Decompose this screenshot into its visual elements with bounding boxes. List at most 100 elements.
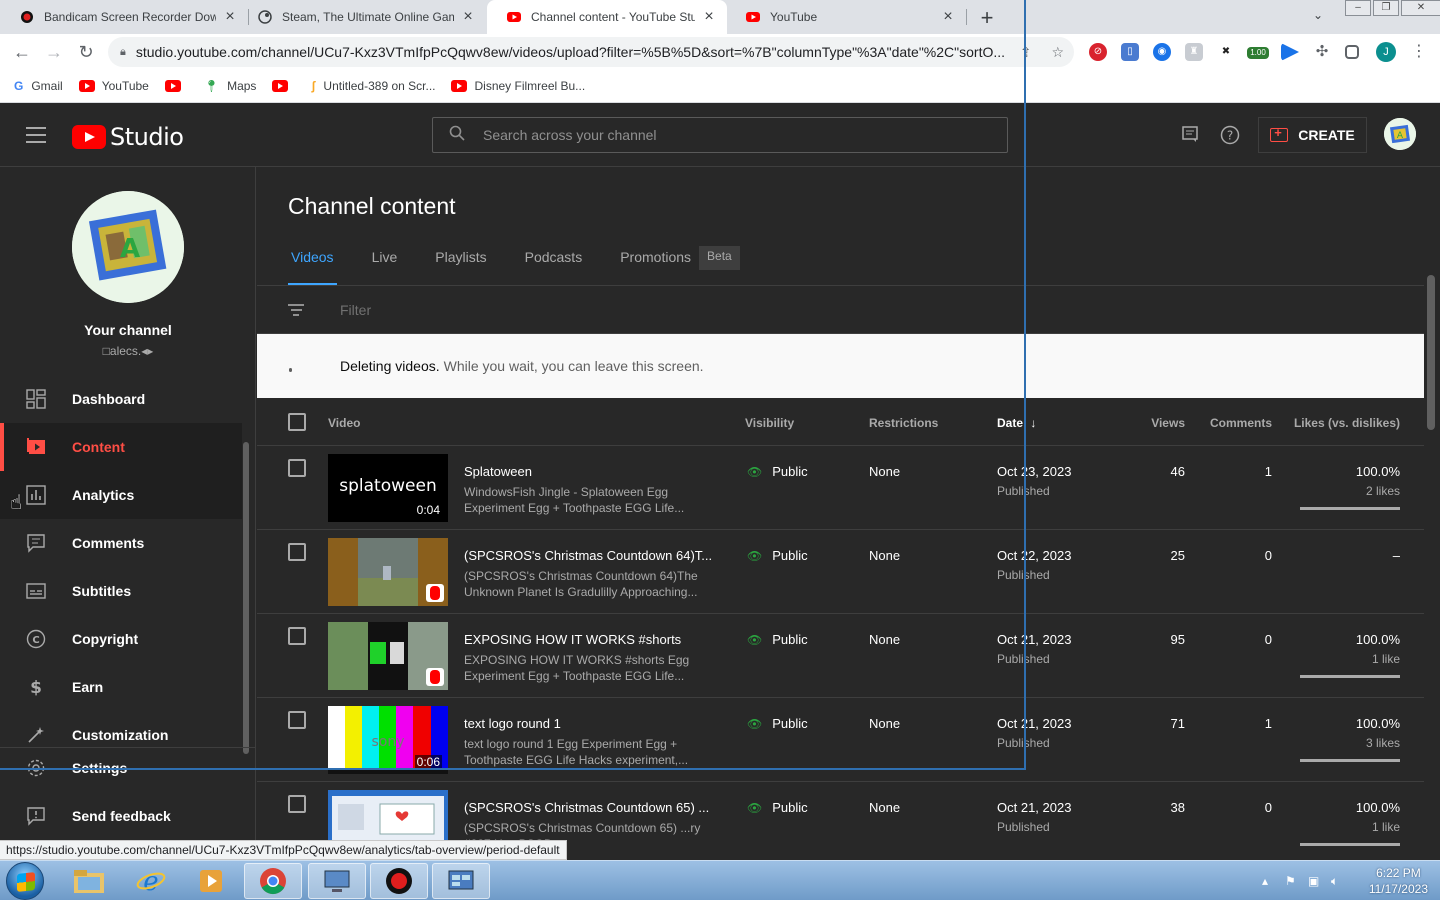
tab-videos[interactable]: Videos	[288, 249, 337, 286]
network-icon[interactable]: ▣	[1308, 874, 1322, 888]
table-row[interactable]: sony 0:06 text logo round 1 text logo ro…	[257, 698, 1424, 782]
video-title[interactable]: (SPCSROS's Christmas Countdown 65) ...	[464, 800, 714, 815]
close-icon[interactable]: ×	[940, 8, 956, 26]
ie-taskbar-icon[interactable]: e	[122, 863, 180, 899]
video-thumbnail[interactable]	[328, 538, 448, 606]
control-panel-taskbar-icon[interactable]	[432, 863, 490, 899]
col-likes[interactable]: Likes (vs. dislikes)	[1294, 416, 1400, 430]
visibility[interactable]: 👁︎ Public	[747, 716, 808, 731]
col-visibility[interactable]: Visibility	[745, 416, 794, 430]
new-tab-button[interactable]: +	[976, 5, 998, 31]
sidebar-item-copyright[interactable]: C Copyright	[0, 615, 242, 663]
sidebar-item-analytics[interactable]: Analytics	[0, 471, 242, 519]
sidebar-scrollbar[interactable]	[243, 442, 249, 754]
video-title[interactable]: Splatoween	[464, 464, 714, 479]
close-icon[interactable]: ×	[701, 8, 717, 26]
row-checkbox[interactable]	[288, 459, 306, 477]
adblock-extension-icon[interactable]: ⊘	[1089, 43, 1107, 61]
bookmark-gmail[interactable]: G Gmail	[14, 79, 63, 93]
table-row[interactable]: (SPCSROS's Christmas Countdown 64)T... (…	[257, 530, 1424, 614]
explorer-taskbar-icon[interactable]	[60, 863, 118, 899]
lock-icon[interactable]: 🔒︎	[120, 46, 126, 59]
sidebar-item-content[interactable]: Content	[0, 423, 242, 471]
video-thumbnail[interactable]: splatoween 0:04	[328, 454, 448, 522]
menu-dots-icon[interactable]: ⋮	[1410, 43, 1428, 61]
bandicam-taskbar-icon[interactable]	[370, 863, 428, 899]
help-icon[interactable]: ?	[1220, 125, 1240, 145]
action-center-icon[interactable]: ⚑	[1285, 874, 1299, 888]
sidebar-item-subtitles[interactable]: Subtitles	[0, 567, 242, 615]
video-title[interactable]: EXPOSING HOW IT WORKS #shorts	[464, 632, 714, 647]
menu-icon[interactable]	[26, 127, 46, 143]
bookmark-disney[interactable]: Disney Filmreel Bu...	[451, 79, 585, 93]
channel-avatar[interactable]: A	[72, 191, 184, 303]
close-window-button[interactable]: ✕	[1401, 0, 1440, 16]
restore-button[interactable]: ❐	[1373, 0, 1399, 16]
col-views[interactable]: Views	[1151, 416, 1185, 430]
minimize-button[interactable]: –	[1345, 0, 1371, 16]
bookmark-maps[interactable]: 📍︎ Maps	[204, 79, 257, 93]
vpn-extension-icon[interactable]: ◉	[1153, 43, 1171, 61]
row-checkbox[interactable]	[288, 711, 306, 729]
play-extension-icon[interactable]	[1281, 43, 1299, 61]
feedback-icon[interactable]	[1180, 125, 1200, 145]
media-player-taskbar-icon[interactable]	[182, 863, 240, 899]
visibility[interactable]: 👁︎ Public	[747, 464, 808, 479]
chrome-taskbar-icon[interactable]	[244, 863, 302, 899]
row-checkbox[interactable]	[288, 795, 306, 813]
bookmark-scratch[interactable]: ʃ Untitled-389 on Scr...	[311, 79, 435, 93]
main-scrollbar[interactable]	[1427, 275, 1435, 430]
channel-search[interactable]	[432, 117, 1008, 153]
reload-button[interactable]: ↻	[76, 42, 96, 63]
sidebar-item-dashboard[interactable]: Dashboard	[0, 375, 242, 423]
forward-button[interactable]: →	[44, 42, 64, 63]
clock[interactable]: 6:22 PM 11/17/2023	[1369, 865, 1428, 897]
tab-live[interactable]: Live	[369, 249, 401, 286]
browser-tab-bandicam[interactable]: Bandicam Screen Recorder Downl ×	[0, 0, 248, 34]
volume-muted-icon[interactable]: 🔈︎	[1331, 874, 1345, 888]
tab-playlists[interactable]: Playlists	[432, 249, 489, 286]
col-date[interactable]: Date ↓	[997, 416, 1036, 430]
puzzle-icon[interactable]: ✣	[1313, 43, 1331, 61]
browser-tab-studio[interactable]: Channel content - YouTube Studi ×	[487, 0, 727, 34]
bookmark-youtube-2[interactable]	[164, 80, 188, 92]
bookmark-youtube[interactable]: YouTube	[78, 79, 149, 93]
bookmark-youtube-3[interactable]	[272, 80, 295, 92]
speed-extension-icon[interactable]: 1.00	[1247, 47, 1269, 59]
back-button[interactable]: ←	[12, 42, 32, 63]
browser-tab-youtube[interactable]: YouTube ×	[726, 0, 966, 34]
select-all-checkbox[interactable]	[288, 413, 306, 431]
sidebar-item-earn[interactable]: $ Earn	[0, 663, 242, 711]
video-title[interactable]: text logo round 1	[464, 716, 714, 731]
video-title[interactable]: (SPCSROS's Christmas Countdown 64)T...	[464, 548, 714, 563]
shield-extension-icon[interactable]: ♜	[1185, 43, 1203, 61]
create-button[interactable]: CREATE	[1258, 117, 1367, 153]
tab-podcasts[interactable]: Podcasts	[522, 249, 586, 286]
share-icon[interactable]: ⇪	[1020, 44, 1032, 61]
search-input[interactable]	[483, 127, 1007, 143]
close-icon[interactable]: ×	[222, 8, 238, 26]
account-avatar[interactable]: A	[1384, 118, 1416, 150]
show-hidden-icons[interactable]: ▴	[1262, 874, 1276, 888]
close-icon[interactable]: ×	[460, 8, 476, 26]
video-thumbnail[interactable]: sony 0:06	[328, 706, 448, 774]
start-button[interactable]	[6, 862, 44, 900]
video-thumbnail[interactable]	[328, 622, 448, 690]
address-bar[interactable]: 🔒︎ studio.youtube.com/channel/UCu7-Kxz3V…	[108, 37, 1074, 67]
sidebar-item-settings[interactable]: Settings	[0, 744, 256, 792]
sidebar-item-comments[interactable]: Comments	[0, 519, 242, 567]
filter-icon[interactable]	[288, 301, 304, 319]
row-checkbox[interactable]	[288, 627, 306, 645]
tab-search-icon[interactable]: ⌄	[1313, 8, 1323, 22]
row-checkbox[interactable]	[288, 543, 306, 561]
visibility[interactable]: 👁︎ Public	[747, 632, 808, 647]
profile-avatar[interactable]: J	[1376, 42, 1396, 62]
table-row[interactable]: splatoween 0:04 Splatoween WindowsFish J…	[257, 446, 1424, 530]
url-text[interactable]: studio.youtube.com/channel/UCu7-Kxz3VTmI…	[136, 44, 1010, 60]
col-comments[interactable]: Comments	[1210, 416, 1272, 430]
tools-extension-icon[interactable]: ✖	[1217, 43, 1235, 61]
col-restrictions[interactable]: Restrictions	[869, 416, 938, 430]
docs-extension-icon[interactable]: ▯	[1121, 43, 1139, 61]
visibility[interactable]: 👁︎ Public	[747, 800, 808, 815]
table-row[interactable]: EXPOSING HOW IT WORKS #shorts EXPOSING H…	[257, 614, 1424, 698]
